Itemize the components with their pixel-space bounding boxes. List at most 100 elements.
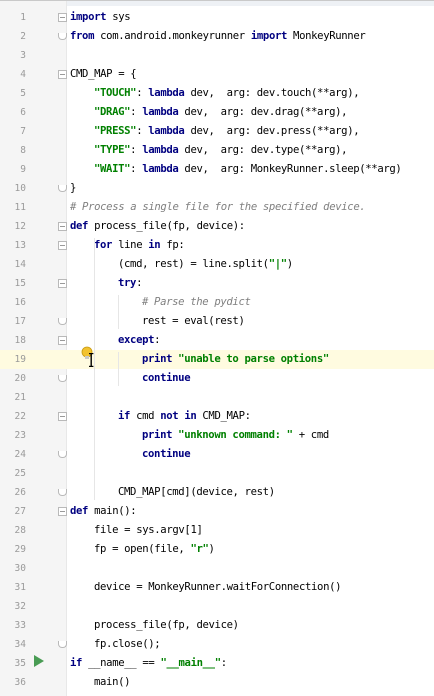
keyword-token: lambda	[148, 125, 185, 137]
fold-end-icon[interactable]	[58, 451, 67, 458]
code-line[interactable]: 6 "DRAG": lambda dev, arg: dev.drag(**arg…	[0, 103, 434, 122]
code-line[interactable]: 29 fp = open(file, "r")	[0, 540, 434, 559]
fold-collapse-icon[interactable]	[58, 279, 67, 288]
code-text[interactable]: from com.android.monkeyrunner import Mon…	[70, 27, 366, 46]
code-text[interactable]: process_file(fp, device)	[94, 616, 239, 635]
code-line[interactable]: 14 (cmd, rest) = line.split("|")	[0, 255, 434, 274]
code-line[interactable]: 19 print "unable to parse options"	[0, 350, 434, 369]
code-text[interactable]: "PRESS": lambda dev, arg: dev.press(**ar…	[94, 122, 360, 141]
code-line[interactable]: 30	[0, 559, 434, 578]
fold-end-icon[interactable]	[58, 33, 67, 40]
code-line[interactable]: 1 import sys	[0, 8, 434, 27]
code-line[interactable]: 10}	[0, 179, 434, 198]
code-text[interactable]: def process_file(fp, device):	[70, 217, 245, 236]
fold-end-icon[interactable]	[58, 185, 67, 192]
line-number: 26	[14, 487, 26, 498]
code-text[interactable]: fp.close();	[94, 635, 161, 654]
code-text[interactable]: device = MonkeyRunner.waitForConnection(…	[94, 578, 342, 597]
code-text[interactable]: file = sys.argv[1]	[94, 521, 203, 540]
fold-collapse-icon[interactable]	[58, 336, 67, 345]
code-text[interactable]: if __name__ == "__main__":	[70, 654, 227, 673]
code-token: )	[208, 543, 215, 555]
code-text[interactable]: print "unable to parse options"	[142, 350, 329, 369]
fold-collapse-icon[interactable]	[58, 70, 67, 79]
code-line[interactable]: 8 "TYPE": lambda dev, arg: dev.type(**arg…	[0, 141, 434, 160]
code-line[interactable]: 33 process_file(fp, device)	[0, 616, 434, 635]
code-line[interactable]: 22 if cmd not in CMD_MAP:	[0, 407, 434, 426]
code-line[interactable]: 5 "TOUCH": lambda dev, arg: dev.touch(**a…	[0, 84, 434, 103]
code-line[interactable]: 13 for line in fp:	[0, 236, 434, 255]
code-line[interactable]: 11 # Process a single file for the specif…	[0, 198, 434, 217]
line-number: 36	[14, 677, 26, 688]
code-line[interactable]: 18 except:	[0, 331, 434, 350]
code-line[interactable]: 15 try:	[0, 274, 434, 293]
fold-collapse-icon[interactable]	[58, 241, 67, 250]
code-line[interactable]: 9 "WAIT": lambda dev, arg: MonkeyRunner.s…	[0, 160, 434, 179]
code-token: + cmd	[292, 429, 330, 441]
fold-end-icon[interactable]	[58, 318, 67, 325]
code-line[interactable]: 16 # Parse the pydict	[0, 293, 434, 312]
code-line[interactable]: 3	[0, 46, 434, 65]
code-line[interactable]: 32	[0, 597, 434, 616]
code-text[interactable]: try:	[118, 274, 142, 293]
code-line[interactable]: 12 def process_file(fp, device):	[0, 217, 434, 236]
code-text[interactable]: continue	[142, 369, 191, 388]
code-text[interactable]: print "unknown command: " + cmd	[142, 426, 329, 445]
code-token: dev, arg: dev.drag(**arg),	[178, 106, 348, 118]
line-number: 21	[14, 392, 26, 403]
code-line[interactable]: 17 rest = eval(rest)	[0, 312, 434, 331]
code-text[interactable]: "DRAG": lambda dev, arg: dev.drag(**arg)…	[94, 103, 348, 122]
code-line[interactable]: 35 if __name__ == "__main__":	[0, 654, 434, 673]
code-text[interactable]: fp = open(file, "r")	[94, 540, 215, 559]
code-line[interactable]: 20 continue	[0, 369, 434, 388]
keyword-token: lambda	[142, 163, 179, 175]
code-text[interactable]: def main():	[70, 502, 137, 521]
code-line[interactable]: 26 CMD_MAP[cmd](device, rest)	[0, 483, 434, 502]
code-line[interactable]: 4 CMD_MAP = {	[0, 65, 434, 84]
code-line[interactable]: 28 file = sys.argv[1]	[0, 521, 434, 540]
code-text[interactable]: except:	[118, 331, 161, 350]
code-line[interactable]: 2 from com.android.monkeyrunner import Mo…	[0, 27, 434, 46]
code-text[interactable]: for line in fp:	[94, 236, 185, 255]
code-line[interactable]: 25	[0, 464, 434, 483]
code-text[interactable]: "TOUCH": lambda dev, arg: dev.touch(**ar…	[94, 84, 360, 103]
code-line[interactable]: 23 print "unknown command: " + cmd	[0, 426, 434, 445]
lightbulb-icon[interactable]	[80, 346, 98, 368]
fold-collapse-icon[interactable]	[58, 13, 67, 22]
code-text[interactable]: import sys	[70, 8, 131, 27]
code-line[interactable]: 24 continue	[0, 445, 434, 464]
code-text[interactable]: # Parse the pydict	[142, 293, 251, 312]
run-triangle-icon[interactable]	[34, 655, 44, 667]
code-token: }	[70, 182, 77, 194]
code-editor[interactable]: 1 import sys 2 from com.android.monkeyrunne…	[0, 0, 434, 696]
code-line[interactable]: 7 "PRESS": lambda dev, arg: dev.press(**a…	[0, 122, 434, 141]
code-text[interactable]: rest = eval(rest)	[142, 312, 245, 331]
fold-end-icon[interactable]	[58, 641, 67, 648]
fold-end-icon[interactable]	[58, 375, 67, 382]
line-number: 14	[14, 259, 26, 270]
code-text[interactable]: if cmd not in CMD_MAP:	[118, 407, 251, 426]
code-text[interactable]: main()	[94, 673, 131, 692]
code-line[interactable]: 31 device = MonkeyRunner.waitForConnectio…	[0, 578, 434, 597]
fold-collapse-icon[interactable]	[58, 507, 67, 516]
code-line[interactable]: 36 main()	[0, 673, 434, 692]
comment-token: # Parse the pydict	[142, 296, 251, 308]
code-text[interactable]: }	[70, 179, 76, 198]
code-text[interactable]: CMD_MAP[cmd](device, rest)	[118, 483, 275, 502]
keyword-token: if	[118, 410, 131, 422]
fold-collapse-icon[interactable]	[58, 412, 67, 421]
indent-guide	[118, 295, 119, 329]
code-text[interactable]: (cmd, rest) = line.split("|")	[118, 255, 293, 274]
fold-collapse-icon[interactable]	[58, 222, 67, 231]
code-line[interactable]: 21	[0, 388, 434, 407]
code-text[interactable]: "WAIT": lambda dev, arg: MonkeyRunner.sl…	[94, 160, 402, 179]
string-token: "DRAG"	[94, 106, 131, 118]
code-line[interactable]: 27 def main():	[0, 502, 434, 521]
code-text[interactable]: # Process a single file for the specifie…	[70, 198, 366, 217]
code-text[interactable]: continue	[142, 445, 191, 464]
code-line[interactable]: 34 fp.close();	[0, 635, 434, 654]
fold-end-icon[interactable]	[58, 489, 67, 496]
code-text[interactable]: CMD_MAP = {	[70, 65, 137, 84]
code-text[interactable]: "TYPE": lambda dev, arg: dev.type(**arg)…	[94, 141, 348, 160]
line-number: 15	[14, 278, 26, 289]
